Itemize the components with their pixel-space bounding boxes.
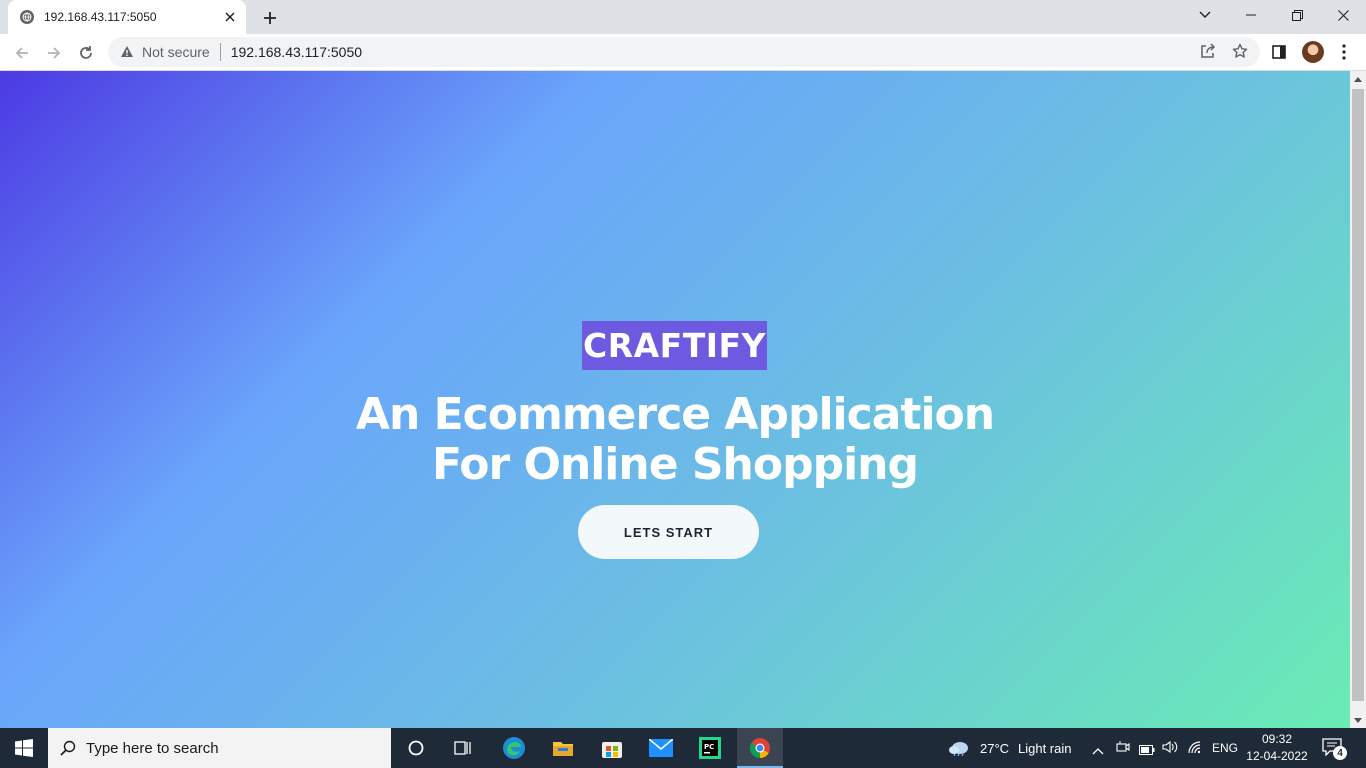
url-text[interactable]: 192.168.43.117:5050: [231, 44, 362, 60]
vertical-scrollbar[interactable]: [1350, 71, 1366, 728]
tab-search-icon[interactable]: [1182, 0, 1228, 30]
weather-description[interactable]: Light rain: [1018, 741, 1071, 756]
new-tab-button[interactable]: [258, 6, 282, 30]
headline-line-2: For Online Shopping: [431, 439, 919, 490]
tab-strip: 192.168.43.117:5050: [0, 0, 1366, 34]
store-icon[interactable]: [589, 728, 635, 768]
browser-toolbar: Not secure 192.168.43.117:5050: [0, 34, 1366, 71]
file-explorer-icon[interactable]: [540, 728, 586, 768]
scroll-up-arrow-icon[interactable]: [1354, 77, 1362, 82]
mail-icon[interactable]: [638, 728, 684, 768]
clock-date: 12-04-2022: [1246, 749, 1308, 763]
menu-kebab-icon[interactable]: [1334, 42, 1354, 62]
windows-taskbar: Type here to search PC 27°C Light rain E…: [0, 728, 1366, 768]
browser-tab[interactable]: 192.168.43.117:5050: [8, 0, 246, 34]
restore-button[interactable]: [1274, 0, 1320, 30]
minimize-button[interactable]: [1228, 0, 1274, 30]
profile-avatar[interactable]: [1302, 41, 1324, 63]
globe-icon: [20, 10, 34, 24]
share-icon[interactable]: [1199, 42, 1217, 60]
taskbar-search-box[interactable]: Type here to search: [48, 728, 391, 768]
side-panel-icon[interactable]: [1269, 42, 1289, 62]
divider: [219, 43, 221, 61]
reload-button[interactable]: [72, 39, 100, 67]
weather-temperature[interactable]: 27°C: [980, 741, 1009, 756]
scrollbar-thumb[interactable]: [1352, 89, 1364, 701]
notifications-icon[interactable]: 4: [1322, 738, 1348, 760]
pycharm-icon[interactable]: PC: [687, 728, 733, 768]
wifi-icon[interactable]: [1187, 740, 1203, 759]
bookmark-star-icon[interactable]: [1231, 42, 1249, 60]
windows-start-button[interactable]: [0, 728, 48, 768]
chrome-icon[interactable]: [737, 728, 783, 768]
brand-logo: CRAFTIFY: [582, 321, 767, 370]
search-icon: [60, 740, 76, 756]
battery-icon[interactable]: [1139, 742, 1155, 760]
cortana-icon[interactable]: [393, 728, 439, 768]
address-bar[interactable]: Not secure 192.168.43.117:5050: [108, 37, 1260, 67]
search-placeholder: Type here to search: [86, 739, 219, 757]
page-viewport: CRAFTIFY An Ecommerce Application For On…: [0, 71, 1350, 728]
headline-line-1: An Ecommerce Application: [355, 389, 995, 440]
close-window-button[interactable]: [1320, 0, 1366, 30]
warning-icon: [121, 46, 133, 57]
lets-start-button[interactable]: LETS START: [578, 505, 759, 559]
weather-cloud-icon[interactable]: [948, 740, 970, 761]
security-label[interactable]: Not secure: [142, 44, 210, 60]
edge-icon[interactable]: [491, 728, 537, 768]
hero-section: CRAFTIFY An Ecommerce Application For On…: [0, 71, 1350, 728]
tray-chevron-up-icon[interactable]: [1092, 742, 1104, 760]
close-tab-icon[interactable]: [220, 7, 240, 27]
scroll-down-arrow-icon[interactable]: [1354, 718, 1362, 723]
forward-button[interactable]: [40, 39, 68, 67]
system-clock[interactable]: 09:32 12-04-2022: [1246, 731, 1308, 765]
volume-icon[interactable]: [1162, 740, 1178, 759]
notification-count-badge: 4: [1333, 746, 1347, 760]
back-button[interactable]: [8, 39, 36, 67]
meet-now-icon[interactable]: [1116, 740, 1130, 759]
clock-time: 09:32: [1261, 732, 1293, 746]
svg-text:PC: PC: [704, 743, 714, 751]
language-indicator[interactable]: ENG: [1212, 741, 1238, 755]
tab-title: 192.168.43.117:5050: [44, 10, 157, 24]
task-view-icon[interactable]: [440, 728, 486, 768]
